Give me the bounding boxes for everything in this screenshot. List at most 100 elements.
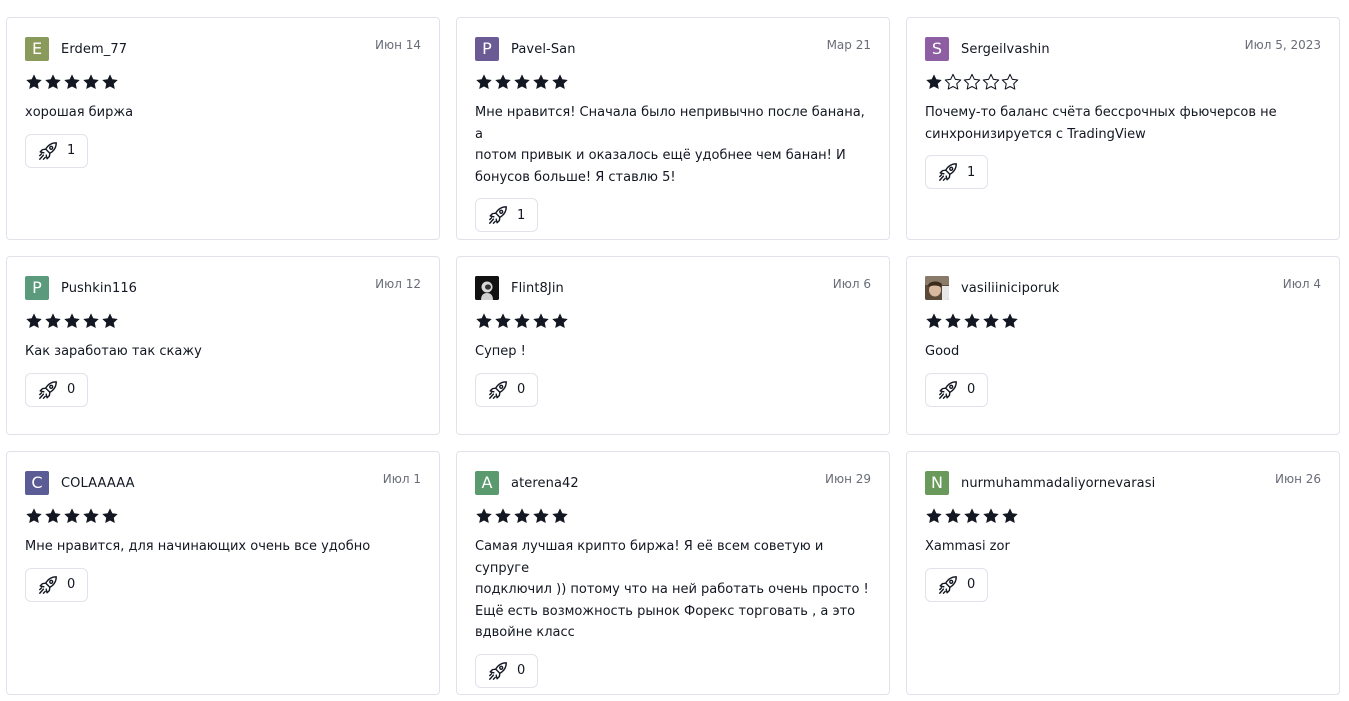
- star-filled-icon: [83, 74, 99, 90]
- boost-count: 0: [517, 382, 526, 397]
- review-date: Июн 26: [1274, 472, 1321, 486]
- star-rating: [925, 73, 1321, 93]
- star-empty-icon: [944, 73, 962, 90]
- star-filled-icon: [64, 74, 80, 90]
- avatar[interactable]: N: [925, 471, 949, 495]
- review-header: Aaterena42 Июн 29: [475, 471, 871, 495]
- username-link[interactable]: Erdem_77: [61, 42, 127, 57]
- star-filled-icon: [926, 74, 942, 90]
- avatar[interactable]: P: [25, 276, 49, 300]
- star-filled-icon: [945, 313, 961, 329]
- avatar[interactable]: C: [25, 471, 49, 495]
- review-header: P Pushkin116 Июл 12: [25, 276, 421, 300]
- rocket-icon: [939, 380, 957, 399]
- username-link[interactable]: Sergeilvashin: [961, 42, 1050, 57]
- review-text: Как заработаю так скажу: [25, 344, 202, 359]
- star-filled-icon: [64, 313, 80, 329]
- rocket-icon: [489, 206, 507, 224]
- review-card: P Pushkin116 Июл 12 Как заработаю так скажу…: [6, 256, 440, 435]
- star-filled-icon: [83, 313, 99, 329]
- star-filled-icon: [45, 508, 61, 524]
- star-filled-icon: [1002, 313, 1018, 329]
- star-filled-icon: [476, 508, 492, 524]
- boost-button[interactable]: 0: [475, 653, 539, 688]
- avatar[interactable]: S: [925, 37, 949, 61]
- star-filled-icon: [983, 313, 999, 329]
- boost-button[interactable]: 1: [475, 198, 539, 232]
- boost-button[interactable]: 0: [925, 567, 989, 602]
- boost-button[interactable]: 0: [475, 372, 539, 407]
- username-link[interactable]: nurmuhammadaliyornevarasi: [961, 476, 1155, 491]
- star-empty-icon: [982, 73, 1000, 90]
- rocket-icon: [489, 661, 507, 680]
- star-filled-icon: [926, 508, 942, 524]
- review-card: Nnurmuhammadaliyornevarasi Июн 26 Xammasi …: [906, 451, 1340, 695]
- photo-avatar[interactable]: [925, 276, 949, 300]
- star-filled-icon: [45, 313, 61, 329]
- rocket-icon: [39, 141, 57, 160]
- boost-count: 1: [517, 207, 526, 223]
- star-filled-icon: [476, 313, 492, 329]
- boost-button[interactable]: 0: [925, 372, 989, 407]
- star-filled-icon: [552, 508, 568, 524]
- review-card: Flint8Jin Июл 6 Супер ! 0: [456, 256, 890, 435]
- review-header: Flint8Jin Июл 6: [475, 276, 871, 300]
- star-rating: [925, 312, 1321, 332]
- star-filled-icon: [533, 508, 549, 524]
- rocket-icon: [939, 575, 957, 594]
- username-link[interactable]: Pushkin116: [61, 281, 137, 296]
- review-date: Июл 5, 2023: [1244, 38, 1321, 52]
- review-header: E Erdem_77 Июн 14: [25, 37, 421, 61]
- rocket-icon: [39, 575, 57, 594]
- boost-button[interactable]: 1: [925, 155, 989, 189]
- astronaut-avatar[interactable]: [475, 276, 499, 300]
- boost-count: 1: [967, 164, 976, 180]
- avatar[interactable]: A: [475, 471, 499, 495]
- star-filled-icon: [533, 74, 549, 90]
- boost-count: 1: [67, 143, 76, 158]
- star-rating: [25, 507, 421, 527]
- review-date: Июл 1: [382, 472, 421, 486]
- star-rating: [25, 73, 421, 93]
- boost-count: 0: [67, 577, 76, 592]
- star-filled-icon: [26, 313, 42, 329]
- rocket-icon: [39, 380, 57, 399]
- review-date: Июл 12: [375, 277, 421, 291]
- star-filled-icon: [102, 313, 118, 329]
- avatar[interactable]: E: [25, 37, 49, 61]
- star-rating: [475, 312, 871, 332]
- star-filled-icon: [64, 508, 80, 524]
- boost-count: 0: [517, 663, 526, 678]
- star-filled-icon: [964, 508, 980, 524]
- star-rating: [475, 73, 871, 93]
- username-link[interactable]: aterena42: [511, 476, 579, 491]
- review-text: Xammasi zor: [925, 539, 1010, 554]
- review-date: Июл 6: [832, 277, 871, 291]
- avatar[interactable]: P: [475, 37, 499, 61]
- boost-button[interactable]: 0: [25, 372, 89, 407]
- username-link[interactable]: vasiliiniciporuk: [961, 281, 1059, 296]
- star-filled-icon: [552, 74, 568, 90]
- star-rating: [475, 507, 871, 527]
- star-filled-icon: [102, 74, 118, 90]
- star-filled-icon: [476, 74, 492, 90]
- username-link[interactable]: Flint8Jin: [511, 281, 564, 296]
- review-card: Aaterena42 Июн 29 Самая лучшая крипто бирж…: [456, 451, 890, 695]
- star-filled-icon: [514, 313, 530, 329]
- review-card: E Erdem_77 Июн 14 хорошая биржа 1: [6, 17, 440, 240]
- username-link[interactable]: Pavel-San: [511, 42, 576, 57]
- review-card: vasiliiniciporuk Июл 4 Good 0: [906, 256, 1340, 435]
- boost-button[interactable]: 1: [25, 133, 89, 168]
- boost-button[interactable]: 0: [25, 567, 89, 602]
- username-link[interactable]: COLAAAAA: [61, 476, 135, 491]
- star-filled-icon: [552, 313, 568, 329]
- review-date: Июн 14: [374, 38, 421, 52]
- star-filled-icon: [1002, 508, 1018, 524]
- star-filled-icon: [945, 508, 961, 524]
- review-text: Почему-то баланс счёта бессрочных фьючер…: [925, 105, 1277, 142]
- star-filled-icon: [514, 508, 530, 524]
- star-filled-icon: [26, 74, 42, 90]
- star-filled-icon: [495, 508, 511, 524]
- star-filled-icon: [26, 508, 42, 524]
- review-header: S Sergeilvashin Июл 5, 2023: [925, 37, 1321, 61]
